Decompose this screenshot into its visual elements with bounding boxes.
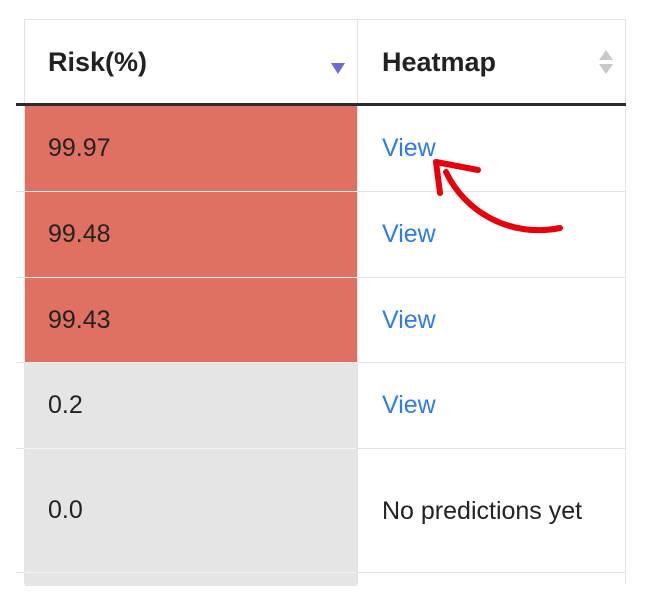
heatmap-header-label: Heatmap — [382, 46, 497, 77]
risk-value: 0.2 — [48, 391, 83, 419]
heatmap-cell: View — [358, 106, 625, 191]
results-table: Risk(%) Heatmap 99.97 View 99.48 View 99… — [0, 0, 646, 604]
heatmap-cell: View — [358, 192, 625, 277]
risk-column-header[interactable]: Risk(%) — [25, 20, 357, 104]
heatmap-cell: No predictions yet — [358, 449, 625, 572]
risk-header-label: Risk(%) — [48, 46, 148, 77]
risk-value: 99.48 — [48, 220, 111, 248]
risk-value: 0.0 — [48, 496, 83, 524]
view-heatmap-link[interactable]: View — [382, 391, 436, 420]
view-heatmap-link[interactable]: View — [382, 134, 436, 163]
risk-cell: 0.0 — [25, 449, 357, 572]
risk-cell: 99.97 — [25, 106, 357, 191]
view-heatmap-link[interactable]: View — [382, 220, 436, 249]
risk-value: 99.43 — [48, 305, 111, 334]
heatmap-cell: View — [358, 363, 625, 448]
risk-cell: 0.2 — [25, 363, 357, 448]
risk-cell: 99.43 — [25, 278, 357, 362]
risk-value: 99.97 — [48, 134, 111, 162]
heatmap-column-header[interactable]: Heatmap — [358, 20, 625, 104]
heatmap-cell: View — [358, 278, 625, 362]
view-heatmap-link[interactable]: View — [382, 306, 436, 335]
sort-descending-icon[interactable] — [331, 63, 345, 74]
sort-both-icon[interactable] — [599, 50, 613, 76]
no-predictions-text: No predictions yet — [382, 496, 583, 525]
risk-cell — [25, 573, 357, 586]
risk-cell: 99.48 — [25, 192, 357, 277]
